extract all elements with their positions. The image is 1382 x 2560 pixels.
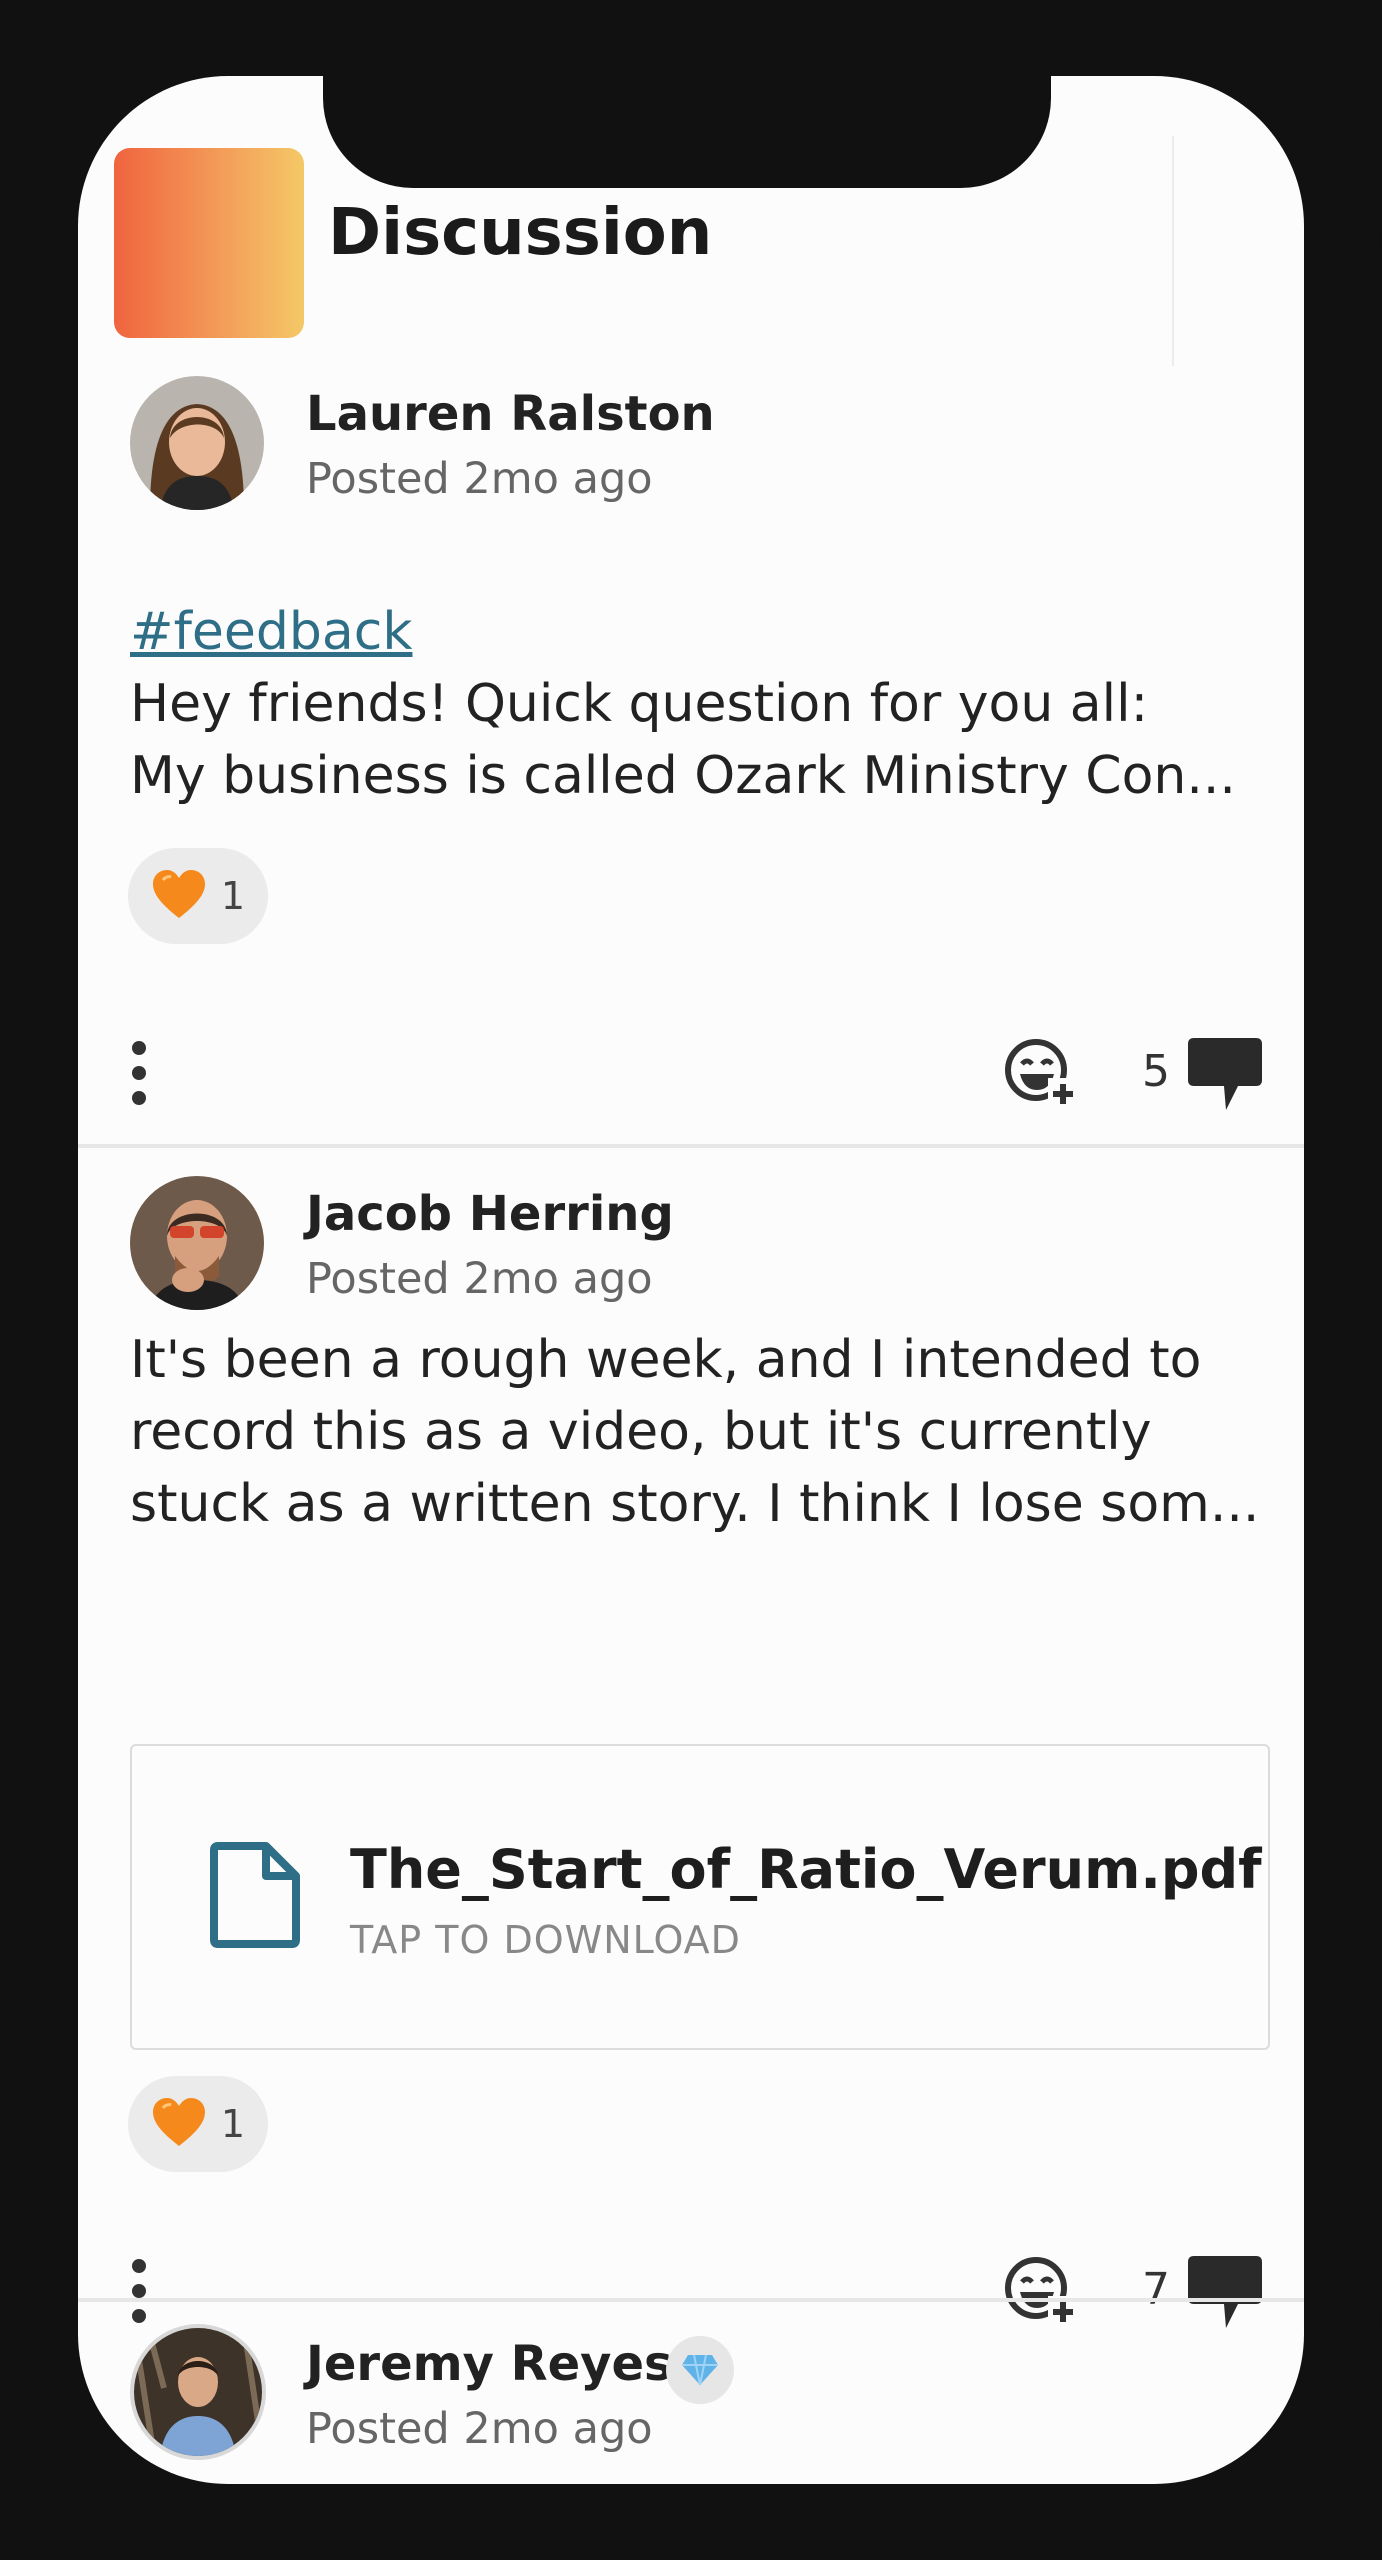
post-line: My business is called Ozark Ministry Con… (130, 746, 1236, 806)
author-name[interactable]: Jacob Herring (306, 1186, 674, 1242)
add-reaction-icon[interactable] (1002, 1034, 1078, 1110)
post-timestamp: Posted 2mo ago (306, 454, 653, 504)
device-notch (323, 76, 1051, 188)
post-line: record this as a video, but it's current… (130, 1402, 1152, 1462)
app-screen: Discussion Lauren Ralston Posted 2mo ago… (78, 76, 1304, 2484)
heart-reaction[interactable]: 1 (128, 848, 268, 944)
post-card[interactable]: Jacob Herring Posted 2mo ago It's been a… (78, 1148, 1304, 2372)
post-line: It's been a rough week, and I intended t… (130, 1330, 1202, 1390)
avatar[interactable] (130, 1176, 264, 1310)
file-attachment[interactable]: The_Start_of_Ratio_Verum.pdf TAP TO DOWN… (130, 1744, 1270, 2050)
post-body[interactable]: #feedback Hey friends! Quick question fo… (130, 596, 1280, 812)
post-card[interactable]: Jeremy Reyes Posted 2mo ago (78, 2302, 1304, 2484)
comment-icon[interactable] (1186, 1034, 1264, 1112)
diamond-icon (682, 2354, 718, 2386)
author-name[interactable]: Lauren Ralston (306, 386, 715, 442)
avatar[interactable] (130, 2324, 266, 2460)
author-name[interactable]: Jeremy Reyes (306, 2336, 673, 2392)
post-line: stuck as a written story. I think I lose… (130, 1474, 1260, 1534)
file-name: The_Start_of_Ratio_Verum.pdf (350, 1838, 1262, 1901)
post-card[interactable]: Lauren Ralston Posted 2mo ago #feedback … (78, 76, 1304, 1144)
post-line: Hey friends! Quick question for you all: (130, 674, 1149, 734)
download-hint: TAP TO DOWNLOAD (350, 1918, 741, 1962)
orange-heart-icon (152, 2098, 205, 2146)
member-badge (666, 2336, 734, 2404)
post-timestamp: Posted 2mo ago (306, 2404, 653, 2454)
reaction-count: 1 (220, 874, 246, 918)
device-frame: Discussion Lauren Ralston Posted 2mo ago… (0, 0, 1382, 2560)
heart-reaction[interactable]: 1 (128, 2076, 268, 2172)
orange-heart-icon (152, 870, 205, 918)
post-timestamp: Posted 2mo ago (306, 1254, 653, 1304)
more-options-icon[interactable] (124, 1038, 154, 1108)
hashtag-link[interactable]: #feedback (130, 596, 1280, 668)
post-body[interactable]: It's been a rough week, and I intended t… (130, 1324, 1280, 1540)
document-icon (210, 1842, 300, 1948)
comment-count[interactable]: 5 (1142, 1046, 1170, 1097)
reaction-count: 1 (220, 2102, 246, 2146)
avatar[interactable] (130, 376, 264, 510)
